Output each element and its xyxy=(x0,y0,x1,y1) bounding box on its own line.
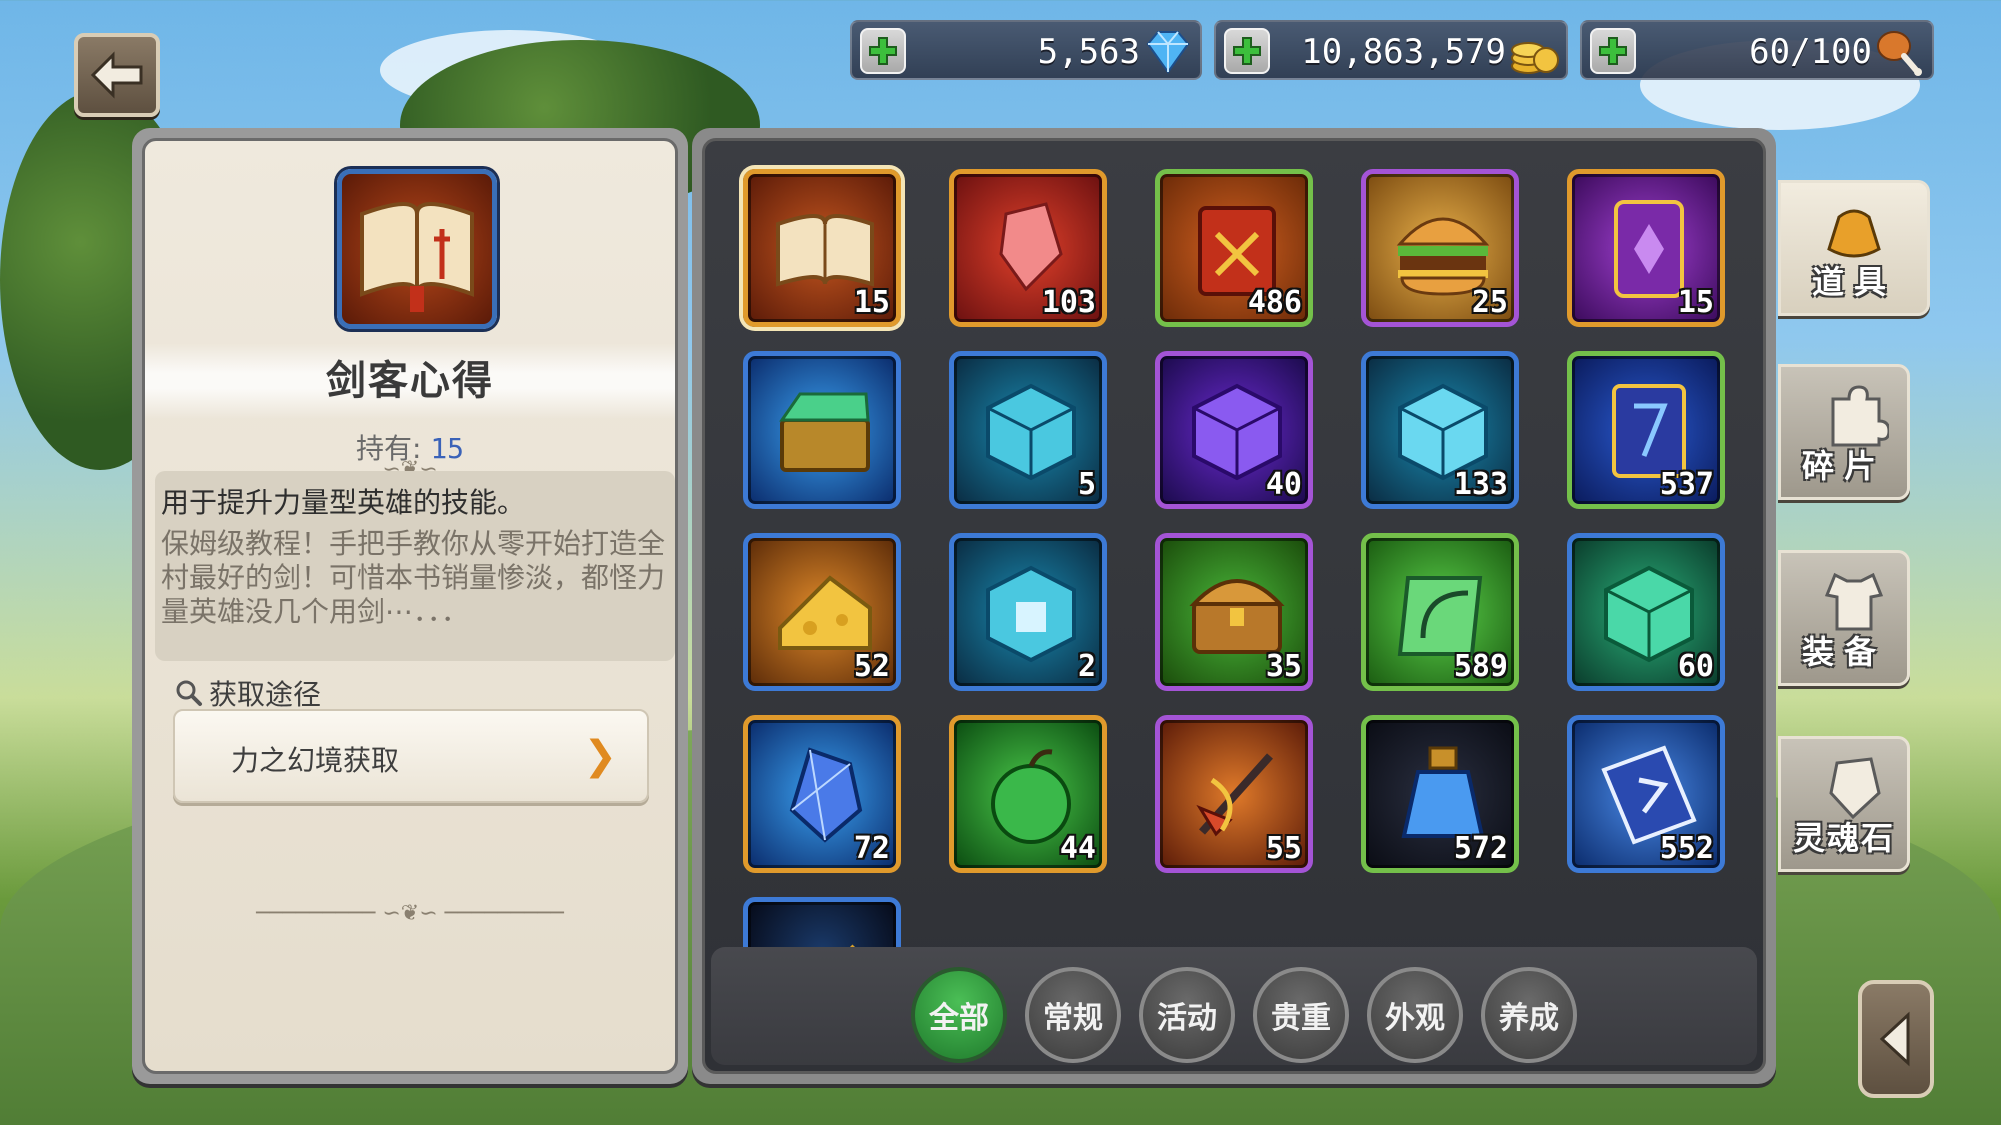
divider-ornament: ───────── ∽❦∽ ───────── xyxy=(256,901,564,926)
side-tab-label: 道具 xyxy=(1811,263,1896,301)
selected-item-icon xyxy=(337,169,497,329)
plus-icon xyxy=(1233,37,1261,65)
plus-icon xyxy=(1599,37,1627,65)
item-count: 40 xyxy=(1265,467,1302,502)
gold-counter: 10,863,579 xyxy=(1214,20,1568,80)
diamond-icon xyxy=(1146,31,1190,74)
side-tab-label: 灵魂石 xyxy=(1792,819,1895,857)
search-icon xyxy=(176,680,202,706)
back-arrow-icon xyxy=(90,51,143,99)
item-count: 72 xyxy=(853,831,890,866)
item-detail-panel: 剑客心得 持有: 15 ∽❦∽ 用于提升力量型英雄的技能。 保姆级教程！手把手教… xyxy=(132,128,688,1084)
item-count: 60 xyxy=(1677,649,1714,684)
item-count: 5 xyxy=(1077,467,1096,502)
item-flavor-text: 保姆级教程！手把手教你从零开始打造全村最好的剑！可惜本书销量惨淡，都怪力量英雄没… xyxy=(161,527,666,628)
item-count: 52 xyxy=(853,649,890,684)
tab-appearance[interactable]: 外观 xyxy=(1367,967,1463,1063)
item-grid: 15 103 486 25 15 5 40 133 537 52 2 35 58… xyxy=(702,138,1766,1074)
item-name: 剑客心得 xyxy=(326,358,494,404)
item-slot[interactable]: 60 xyxy=(1567,533,1725,691)
tab-valuable[interactable]: 贵重 xyxy=(1253,967,1349,1063)
filter-tabs-bar: 全部 常规 活动 贵重 外观 养成 xyxy=(711,947,1757,1065)
item-title-ribbon: 剑客心得 xyxy=(145,343,675,419)
item-count: 25 xyxy=(1471,285,1508,320)
armor-cube-icon xyxy=(986,565,1076,663)
item-count: 537 xyxy=(1659,467,1714,502)
gold-coins-icon xyxy=(1511,42,1559,74)
side-tab-equipment[interactable]: 装备 xyxy=(1778,550,1910,686)
item-slot[interactable]: 133 xyxy=(1361,351,1519,509)
item-count: 486 xyxy=(1247,285,1302,320)
green-chest-icon xyxy=(779,392,870,472)
item-count: 572 xyxy=(1453,831,1508,866)
item-slot[interactable]: 2 xyxy=(949,533,1107,691)
item-slot[interactable]: 35 xyxy=(1155,533,1313,691)
item-slot[interactable]: 486 xyxy=(1155,169,1313,327)
side-tab-items[interactable]: 道具 xyxy=(1778,180,1930,316)
item-slot[interactable]: 40 xyxy=(1155,351,1313,509)
plus-icon xyxy=(869,37,897,65)
item-count: 44 xyxy=(1059,831,1096,866)
stamina-counter: 60/100 xyxy=(1580,20,1934,80)
item-slot[interactable]: 72 xyxy=(743,715,901,873)
item-slot[interactable]: 55 xyxy=(1155,715,1313,873)
item-count: 35 xyxy=(1265,649,1302,684)
add-stamina-button[interactable] xyxy=(1590,28,1636,74)
stamina-value: 60/100 xyxy=(1749,32,1872,72)
side-tab-fragments[interactable]: 碎片 xyxy=(1778,364,1910,500)
item-description: 用于提升力量型英雄的技能。 xyxy=(161,486,526,519)
back-button[interactable] xyxy=(74,33,160,117)
item-slot[interactable]: 15 xyxy=(1567,169,1725,327)
gems-counter: 5,563 xyxy=(850,20,1202,80)
item-count: 2 xyxy=(1077,649,1096,684)
source-entry-button[interactable]: 力之幻境获取 ❯ xyxy=(173,709,649,803)
item-slot[interactable]: 52 xyxy=(743,533,901,691)
tab-event[interactable]: 活动 xyxy=(1139,967,1235,1063)
side-tab-label: 装备 xyxy=(1801,633,1886,671)
chevron-right-icon: ❯ xyxy=(583,733,617,779)
sword-manual-book-icon xyxy=(360,202,474,312)
item-count: 55 xyxy=(1265,831,1302,866)
item-count: 589 xyxy=(1453,649,1508,684)
item-slot[interactable]: 572 xyxy=(1361,715,1519,873)
tab-regular[interactable]: 常规 xyxy=(1025,967,1121,1063)
item-count: 133 xyxy=(1453,467,1508,502)
chevron-left-icon xyxy=(1879,1011,1910,1067)
item-slot[interactable]: 589 xyxy=(1361,533,1519,691)
side-tab-soulstones[interactable]: 灵魂石 xyxy=(1778,736,1910,872)
item-slot[interactable]: 103 xyxy=(949,169,1107,327)
item-count: 103 xyxy=(1041,285,1096,320)
description-box: 用于提升力量型英雄的技能。 保姆级教程！手把手教你从零开始打造全村最好的剑！可惜… xyxy=(155,471,675,661)
drumstick-icon xyxy=(1877,31,1922,76)
item-slot[interactable]: 5 xyxy=(949,351,1107,509)
source-entry-text: 力之幻境获取 xyxy=(231,744,400,777)
item-count: 15 xyxy=(853,285,890,320)
item-slot[interactable]: 537 xyxy=(1567,351,1725,509)
source-label: 获取途径 xyxy=(209,678,322,711)
add-gold-button[interactable] xyxy=(1224,28,1270,74)
inventory-panel: 15 103 486 25 15 5 40 133 537 52 2 35 58… xyxy=(692,128,1776,1084)
item-count: 15 xyxy=(1677,285,1714,320)
side-tab-label: 碎片 xyxy=(1801,447,1886,485)
gems-value: 5,563 xyxy=(1037,32,1140,72)
source-header: 获取途径 xyxy=(175,673,321,713)
add-gems-button[interactable] xyxy=(860,28,906,74)
tab-all[interactable]: 全部 xyxy=(911,967,1007,1063)
cyan-cube-icon xyxy=(986,383,1076,481)
item-slot[interactable]: 44 xyxy=(949,715,1107,873)
tab-growth[interactable]: 养成 xyxy=(1481,967,1577,1063)
item-slot[interactable]: 25 xyxy=(1361,169,1519,327)
item-count: 552 xyxy=(1659,831,1714,866)
item-slot[interactable]: 15 xyxy=(743,169,901,327)
item-slot[interactable]: 552 xyxy=(1567,715,1725,873)
collapse-button[interactable] xyxy=(1858,980,1934,1098)
item-slot[interactable] xyxy=(743,351,901,509)
gold-value: 10,863,579 xyxy=(1301,32,1506,72)
